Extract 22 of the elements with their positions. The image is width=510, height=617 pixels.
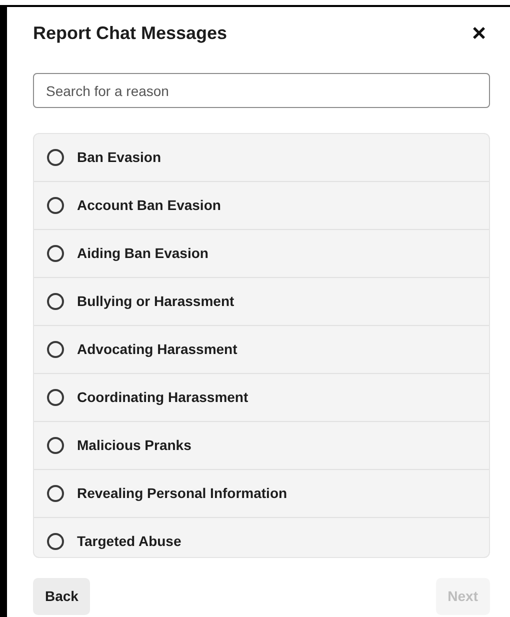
dialog-title: Report Chat Messages: [33, 23, 228, 45]
radio-button[interactable]: [47, 293, 64, 310]
reason-label[interactable]: Malicious Pranks: [77, 435, 192, 456]
search-field[interactable]: Search for a reason: [33, 73, 490, 108]
radio-button[interactable]: [47, 197, 64, 214]
reason-label[interactable]: Revealing Personal Information: [77, 483, 288, 504]
reason-label[interactable]: Coordinating Harassment: [77, 387, 248, 408]
footer-button[interactable]: Back: [33, 578, 90, 615]
reason-label[interactable]: Ban Evasion: [77, 147, 162, 168]
close-button[interactable]: ×: [468, 22, 490, 46]
radio-button[interactable]: [47, 149, 64, 166]
reason-label[interactable]: Aiding Ban Evasion: [77, 243, 208, 264]
radio-button[interactable]: [47, 485, 64, 502]
radio-button[interactable]: [47, 437, 64, 454]
reason-label[interactable]: Targeted Abuse: [77, 531, 182, 552]
radio-button[interactable]: [47, 533, 64, 550]
radio-button[interactable]: [47, 389, 64, 406]
reason-label[interactable]: Bullying or Harassment: [77, 291, 234, 312]
radio-button[interactable]: [47, 245, 64, 262]
reason-label[interactable]: Advocating Harassment: [77, 339, 238, 360]
reason-label[interactable]: Account Ban Evasion: [77, 195, 221, 216]
radio-button[interactable]: [47, 341, 64, 358]
